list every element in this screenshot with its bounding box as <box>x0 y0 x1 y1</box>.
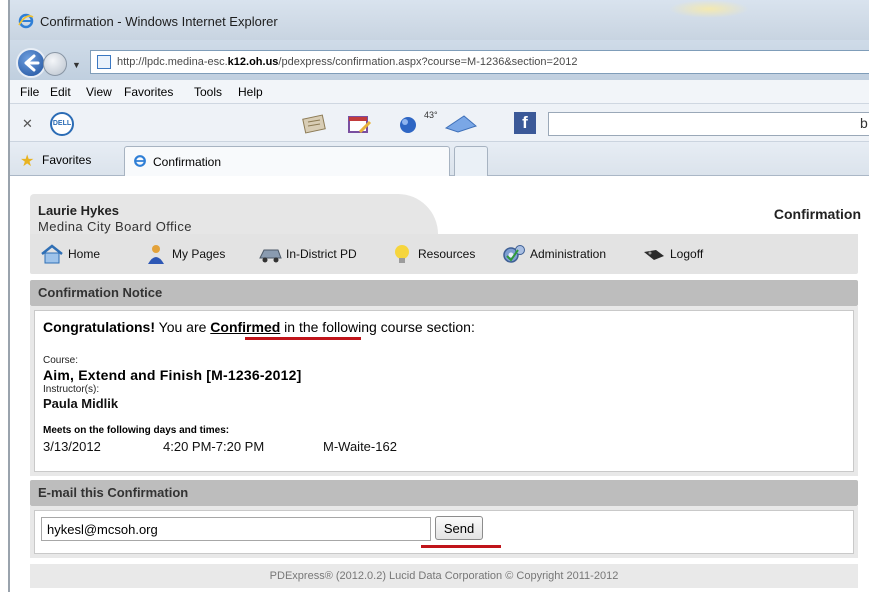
nav-resources-label: Resources <box>418 247 476 261</box>
user-organization: Medina City Board Office <box>38 219 192 234</box>
arrow-left-icon <box>24 54 40 72</box>
menu-view[interactable]: View <box>86 85 112 99</box>
home-icon <box>41 244 63 264</box>
nav-in-district-pd-label: In-District PD <box>286 247 357 261</box>
instructor-name: Paula Midlik <box>43 396 119 411</box>
footer-copyright: PDExpress® (2012.0.2) Lucid Data Corpora… <box>30 564 858 588</box>
window-title: Confirmation - Windows Internet Explorer <box>40 14 278 29</box>
meet-date: 3/13/2012 <box>43 439 101 454</box>
nav-home[interactable]: Home <box>40 244 100 264</box>
instructor-label: Instructor(s): <box>43 384 100 395</box>
confirmation-notice-heading: Confirmation Notice <box>38 285 163 300</box>
favorites-star-icon[interactable]: ★ <box>20 151 34 171</box>
nav-administration-label: Administration <box>530 247 607 261</box>
toolbar-search-input[interactable] <box>548 112 869 136</box>
back-button[interactable] <box>16 48 46 78</box>
vehicle-icon <box>259 249 282 263</box>
red-underline-annotation-send <box>421 545 501 548</box>
email-confirmation-heading: E-mail this Confirmation <box>38 485 189 500</box>
menu-tools[interactable]: Tools <box>194 85 222 99</box>
course-name: Aim, Extend and Finish [M-1236-2012] <box>43 367 302 383</box>
close-toolbar-icon[interactable]: ✕ <box>22 116 33 132</box>
menu-bar: File Edit View Favorites Tools Help <box>10 80 869 104</box>
confirmation-notice-panel: Congratulations! You are Confirmed in th… <box>30 306 858 476</box>
email-input[interactable] <box>41 517 431 541</box>
confirmed-status: Confirmed <box>210 319 281 335</box>
page-icon <box>97 55 111 69</box>
confirmation-notice-header: Confirmation Notice <box>30 280 858 306</box>
nav-in-district-pd[interactable]: In-District PD <box>258 244 357 264</box>
gears-icon <box>503 245 525 263</box>
new-tab-button[interactable] <box>454 146 488 176</box>
nav-my-pages[interactable]: My Pages <box>144 244 225 264</box>
congratulations-message: Congratulations! You are Confirmed in th… <box>43 319 475 335</box>
meets-label: Meets on the following days and times: <box>43 425 230 436</box>
calendar-icon[interactable] <box>346 114 372 134</box>
meet-time: 4:20 PM-7:20 PM <box>163 439 265 454</box>
nav-resources[interactable]: Resources <box>390 244 475 264</box>
nav-home-label: Home <box>68 247 101 261</box>
ie-logo-icon <box>18 13 34 29</box>
mail-icon[interactable] <box>444 114 478 134</box>
nav-my-pages-label: My Pages <box>172 247 226 261</box>
tab-label: Confirmation <box>153 155 222 169</box>
user-name: Laurie Hykes <box>38 203 119 218</box>
menu-edit[interactable]: Edit <box>50 85 71 99</box>
person-icon <box>148 245 164 264</box>
red-underline-annotation <box>245 337 361 340</box>
course-label: Course: <box>43 355 79 366</box>
address-url: http://lpdc.medina-esc.k12.oh.us/pdexpre… <box>117 56 578 68</box>
weather-temperature: 43° <box>424 110 438 120</box>
forward-button[interactable] <box>43 52 67 76</box>
tab-confirmation[interactable]: Confirmation <box>124 146 450 176</box>
menu-help[interactable]: Help <box>238 85 263 99</box>
logoff-icon <box>644 250 664 260</box>
ie-page-icon <box>134 155 146 167</box>
history-dropdown-icon[interactable]: ▼ <box>72 60 81 70</box>
title-glow <box>669 0 749 18</box>
facebook-icon[interactable]: f <box>514 112 536 134</box>
nav-logoff[interactable]: Logoff <box>642 244 703 264</box>
email-confirmation-header: E-mail this Confirmation <box>30 480 858 506</box>
nav-administration[interactable]: Administration <box>502 244 606 264</box>
weather-icon[interactable] <box>396 114 422 134</box>
send-button[interactable]: Send <box>435 516 483 540</box>
address-bar[interactable]: http://lpdc.medina-esc.k12.oh.us/pdexpre… <box>90 50 869 74</box>
search-brand-partial: b <box>860 115 868 131</box>
meet-location: M-Waite-162 <box>323 439 397 454</box>
page-title: Confirmation <box>773 206 861 222</box>
email-confirmation-panel: Send <box>30 506 858 558</box>
nav-logoff-label: Logoff <box>670 247 704 261</box>
page-content: Laurie Hykes Medina City Board Office Co… <box>10 176 869 592</box>
main-nav: Home My Pages In-District PD Resources A… <box>30 234 858 274</box>
dell-logo-icon[interactable]: DELL <box>50 112 74 136</box>
navigation-bar: ▼ http://lpdc.medina-esc.k12.oh.us/pdexp… <box>10 40 869 80</box>
confirmation-notice-body: Congratulations! You are Confirmed in th… <box>34 310 854 472</box>
favorites-bar: ★ Favorites Confirmation <box>10 142 869 176</box>
menu-file[interactable]: File <box>20 85 39 99</box>
email-confirmation-body: Send <box>34 510 854 554</box>
toolbar: ✕ DELL 43° f b <box>10 104 869 142</box>
lightbulb-icon <box>395 245 409 263</box>
title-bar: Confirmation - Windows Internet Explorer <box>10 0 869 40</box>
menu-favorites[interactable]: Favorites <box>124 85 173 99</box>
browser-window: Confirmation - Windows Internet Explorer… <box>8 0 869 592</box>
favorites-button[interactable]: Favorites <box>42 153 91 167</box>
news-icon[interactable] <box>302 114 328 134</box>
